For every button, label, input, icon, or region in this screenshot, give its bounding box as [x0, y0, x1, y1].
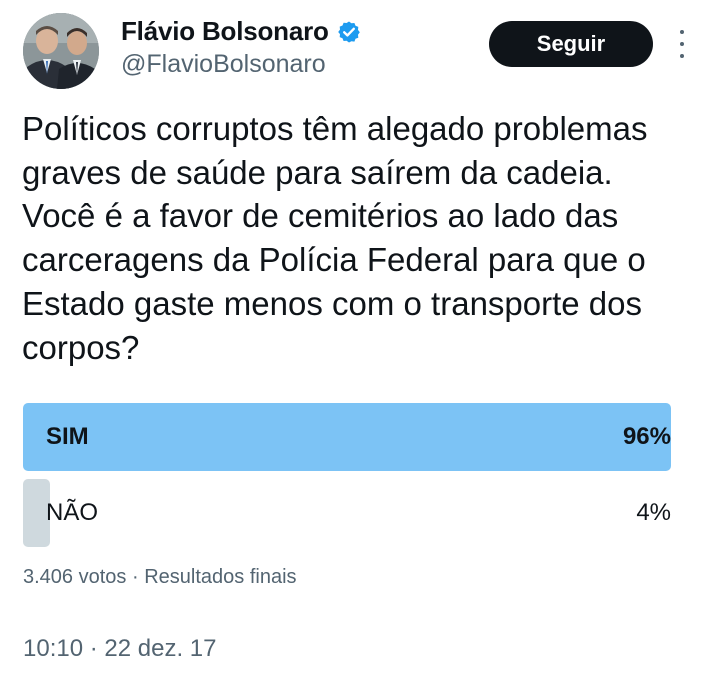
- tweet-text-line: Você é a favor de cemitérios ao lado das: [22, 197, 619, 235]
- avatar-photo: [23, 13, 99, 89]
- tweet-text-line: graves de saúde para saírem da cadeia.: [22, 153, 613, 191]
- tweet-timestamp[interactable]: 10:10 · 22 dez. 17: [23, 635, 216, 663]
- tweet-text: Políticos corruptos têm alegado problema…: [22, 107, 702, 369]
- poll-option-label: NÃO: [46, 499, 99, 526]
- author-handle[interactable]: @FlavioBolsonaro: [121, 50, 326, 79]
- poll-option-label: SIM: [46, 423, 89, 450]
- dot: [680, 42, 684, 46]
- poll-option-nao: NÃO 4%: [23, 479, 671, 547]
- avatar[interactable]: [23, 13, 99, 89]
- poll-option-percent: 96%: [622, 423, 671, 450]
- poll-meta: 3.406 votos · Resultados finais: [23, 566, 297, 589]
- tweet-text-line: Estado gaste menos com o transporte dos: [22, 284, 643, 322]
- poll-vote-count: 3.406 votos: [23, 566, 127, 588]
- verified-badge-icon[interactable]: [337, 20, 361, 44]
- tweet-text-line: carceragens da Polícia Federal para que …: [22, 241, 646, 279]
- author-name[interactable]: Flávio Bolsonaro: [121, 16, 329, 47]
- poll-option-sim: SIM 96%: [23, 403, 671, 471]
- poll-status: Resultados finais: [144, 566, 297, 588]
- separator: ·: [131, 566, 139, 588]
- poll-result-bar: [23, 403, 671, 471]
- tweet-text-line: corpos?: [22, 328, 140, 366]
- dot: [680, 54, 684, 58]
- more-vertical-icon[interactable]: [676, 30, 688, 58]
- dot: [680, 30, 684, 34]
- author-name-row: Flávio Bolsonaro: [121, 16, 361, 47]
- poll-option-percent: 4%: [636, 499, 671, 526]
- follow-button[interactable]: Seguir: [489, 21, 653, 67]
- tweet-text-line: Políticos corruptos têm alegado problema…: [22, 110, 648, 147]
